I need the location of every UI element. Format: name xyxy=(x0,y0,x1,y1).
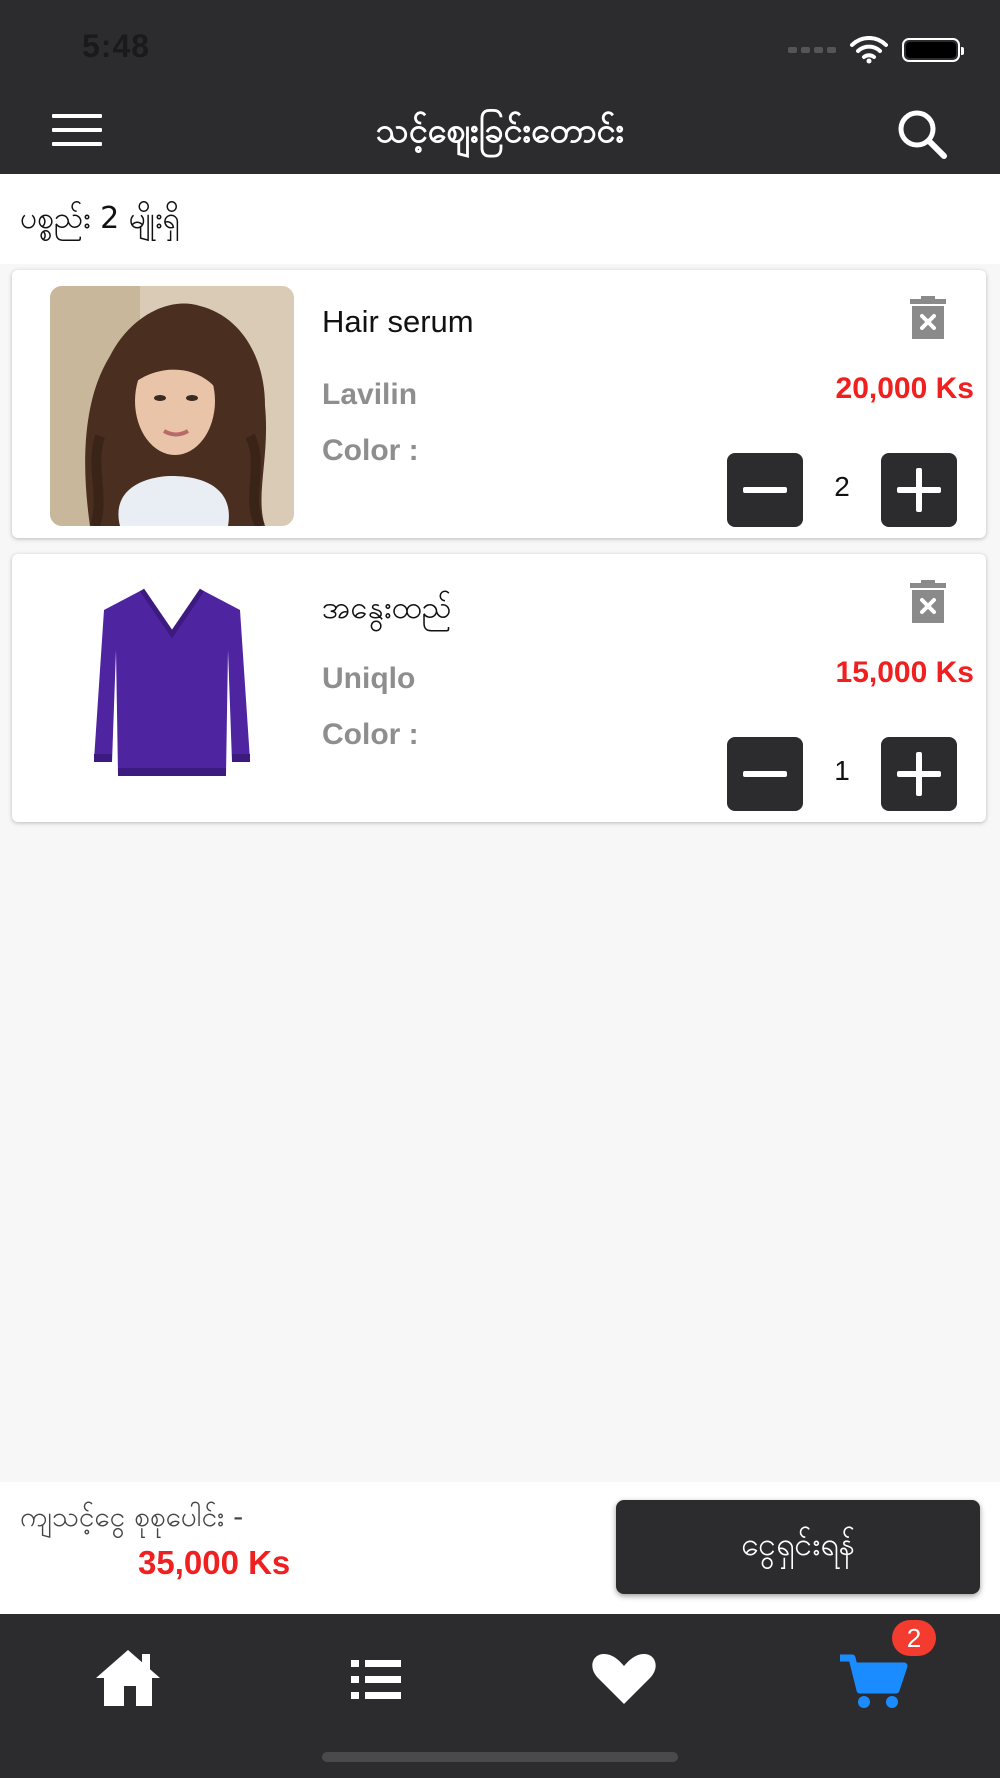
quantity-value: 2 xyxy=(834,471,850,502)
minus-icon xyxy=(743,487,787,493)
home-icon[interactable] xyxy=(88,1644,168,1714)
plus-icon xyxy=(897,752,941,796)
signal-icon xyxy=(788,47,836,53)
checkout-footer: ကျသင့်ငွေ စုစုပေါင်း - 35,000 Ks ငွေရှင်… xyxy=(0,1482,1000,1614)
battery-icon xyxy=(902,38,964,62)
quantity-value: 1 xyxy=(834,755,850,786)
delete-icon[interactable] xyxy=(908,296,948,340)
list-icon[interactable] xyxy=(335,1644,415,1714)
page-title: သင့်ဈေးခြင်းတောင်း xyxy=(375,111,625,151)
product-name: Hair serum xyxy=(322,304,474,339)
quantity-stepper: 2 xyxy=(727,453,957,527)
decrease-quantity-button[interactable] xyxy=(727,453,803,527)
top-bar: 5:48 သင့်ဈေးခြင်းတောင်း xyxy=(0,0,1000,174)
checkout-button[interactable]: ငွေရှင်းရန် xyxy=(616,1500,980,1594)
cart-item: အနွေးထည် Uniqlo Color : 15,000 Ks 1 xyxy=(12,554,986,822)
product-brand: Uniqlo xyxy=(322,662,416,695)
product-price: 15,000 Ks xyxy=(835,656,974,689)
increase-quantity-button[interactable] xyxy=(881,453,957,527)
total-value: 35,000 Ks xyxy=(138,1544,291,1581)
product-image-hair-serum[interactable] xyxy=(50,286,294,526)
product-name: အနွေးထည် xyxy=(322,590,452,625)
cart-item: Hair serum Lavilin Color : 20,000 Ks 2 xyxy=(12,270,986,538)
heart-icon[interactable] xyxy=(584,1644,664,1714)
wifi-icon xyxy=(850,36,888,64)
item-count: ပစ္စည်း 2 မျိုးရှိ xyxy=(20,201,180,236)
status-indicators xyxy=(788,36,964,64)
home-indicator xyxy=(322,1752,678,1762)
quantity-stepper: 1 xyxy=(727,737,957,811)
increase-quantity-button[interactable] xyxy=(881,737,957,811)
product-image-sweater[interactable] xyxy=(50,570,294,810)
total-label: ကျသင့်ငွေ စုစုပေါင်း - xyxy=(20,1500,244,1533)
product-color-label: Color : xyxy=(322,718,419,751)
delete-icon[interactable] xyxy=(908,580,948,624)
search-icon[interactable] xyxy=(896,108,948,160)
product-price: 20,000 Ks xyxy=(835,372,974,405)
minus-icon xyxy=(743,771,787,777)
plus-icon xyxy=(897,468,941,512)
status-time: 5:48 xyxy=(82,28,151,64)
product-color-label: Color : xyxy=(322,434,419,467)
item-count-bar: ပစ္စည်း 2 မျိုးရှိ xyxy=(0,174,1000,264)
product-brand: Lavilin xyxy=(322,378,418,411)
decrease-quantity-button[interactable] xyxy=(727,737,803,811)
cart-badge: 2 xyxy=(892,1620,936,1656)
